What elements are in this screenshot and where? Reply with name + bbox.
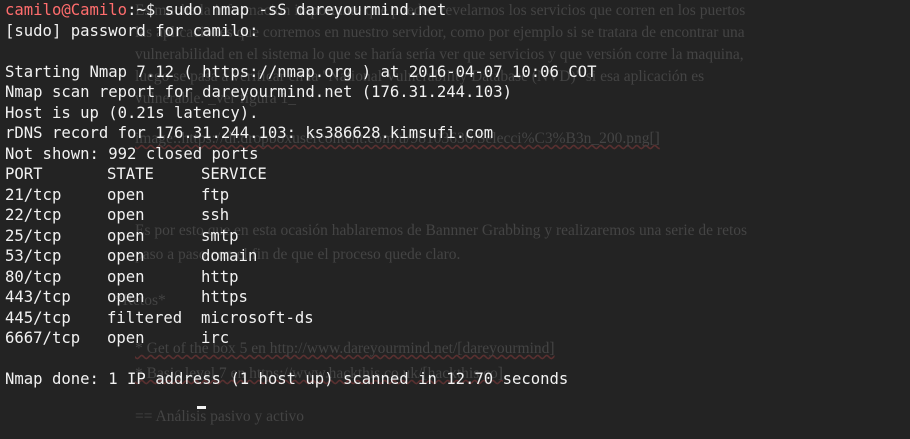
header-port: PORT	[5, 165, 43, 183]
prompt-suffix: :~$	[127, 1, 156, 19]
done-text: Nmap done: 1 IP address (1 host up) scan…	[5, 370, 569, 388]
port-cell: 21/tcp	[5, 185, 62, 204]
output-line: Nmap scan report for dareyourmind.net (1…	[5, 83, 512, 101]
state-cell: open	[107, 267, 145, 286]
output-line: rDNS record for 176.31.244.103: ks386628…	[5, 124, 494, 142]
output-line: Host is up (0.21s latency).	[5, 103, 259, 122]
state-cell: open	[107, 185, 145, 204]
port-cell: 22/tcp	[5, 206, 62, 224]
service-cell: smtp	[201, 226, 239, 245]
done-line: Nmap done: 1 IP address (1 host up) scan…	[5, 369, 910, 390]
prompt-user: camilo@Camilo	[5, 1, 128, 19]
service-cell: ftp	[201, 185, 230, 204]
port-row: 80/tcp open http	[5, 267, 910, 288]
port-cell: 6667/tcp	[5, 329, 81, 347]
state-cell: open	[107, 288, 145, 306]
service-cell: ssh	[201, 206, 230, 224]
output-line: Starting Nmap 7.12 ( https://nmap.org ) …	[5, 62, 597, 81]
terminal-output[interactable]: camilo@Camilo:~$ sudo nmap -sS dareyourm…	[5, 0, 910, 410]
port-row: 443/tcp open https	[5, 287, 910, 308]
command-line: camilo@Camilo:~$ sudo nmap -sS dareyourm…	[5, 0, 910, 21]
port-table-header: PORT STATE SERVICE	[5, 164, 910, 185]
port-cell: 25/tcp	[5, 226, 62, 245]
port-cell: 445/tcp	[5, 308, 71, 327]
service-cell: irc	[201, 329, 230, 347]
port-row: 6667/tcp open irc	[5, 328, 910, 349]
port-cell: 80/tcp	[5, 267, 62, 286]
service-cell: http	[201, 267, 239, 286]
output-line: Not shown: 992 closed ports	[5, 144, 259, 163]
state-cell: open	[107, 206, 145, 224]
service-cell: domain	[201, 247, 258, 265]
port-row: 25/tcp open smtp	[5, 226, 910, 247]
text-cursor	[197, 405, 206, 409]
service-cell: https	[201, 288, 248, 306]
state-cell: open	[107, 329, 145, 347]
cursor-line	[5, 390, 910, 411]
port-row: 53/tcp open domain	[5, 246, 910, 267]
state-cell: open	[107, 226, 145, 245]
port-cell: 443/tcp	[5, 288, 71, 306]
command-text: sudo nmap -sS dareyourmind.net	[155, 1, 447, 19]
output-line: [sudo] password for camilo:	[5, 21, 259, 40]
port-row: 21/tcp open ftp	[5, 185, 910, 206]
service-cell: microsoft-ds	[201, 308, 314, 327]
header-state: STATE	[107, 165, 154, 183]
state-cell: open	[107, 247, 145, 265]
header-service: SERVICE	[201, 165, 267, 183]
state-cell: filtered	[107, 308, 183, 327]
port-row: 22/tcp open ssh	[5, 205, 910, 226]
port-cell: 53/tcp	[5, 247, 62, 265]
port-row: 445/tcp filtered microsoft-ds	[5, 308, 910, 329]
ghost-line: == Análisis pasivo y activo	[135, 408, 305, 425]
